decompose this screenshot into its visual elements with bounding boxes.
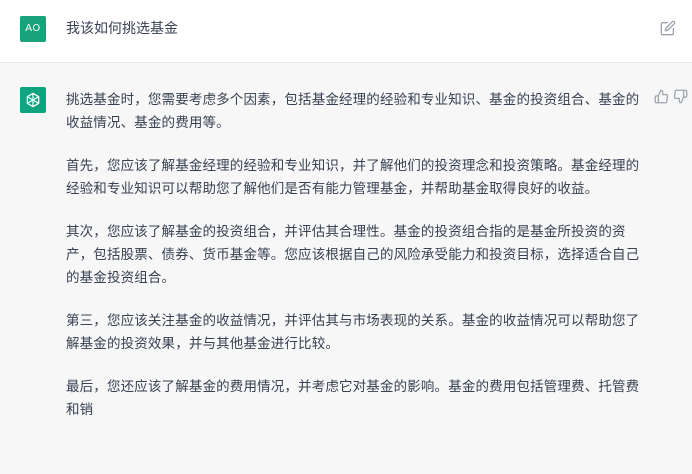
assistant-paragraph-1: 挑选基金时，您需要考虑多个因素，包括基金经理的经验和专业知识、基金的投资组合、基… xyxy=(66,92,640,131)
edit-icon[interactable] xyxy=(660,20,676,36)
user-avatar: AO xyxy=(20,16,46,42)
assistant-paragraph-2: 首先，您应该了解基金经理的经验和专业知识，并了解他们的投资理念和投资策略。基金经… xyxy=(66,158,640,197)
assistant-paragraph-3: 其次，您应该了解基金的投资组合，并评估其合理性。基金的投资组合指的是基金所投资的… xyxy=(66,224,640,286)
assistant-avatar xyxy=(20,87,46,113)
openai-logo-icon xyxy=(26,92,40,108)
assistant-message-row: 挑选基金时，您需要考虑多个因素，包括基金经理的经验和专业知识、基金的投资组合、基… xyxy=(0,63,692,474)
feedback-buttons xyxy=(654,89,688,104)
assistant-paragraph-4: 第三，您应该关注基金的收益情况，并评估其与市场表现的关系。基金的收益情况可以帮助… xyxy=(66,313,640,352)
assistant-paragraph-5: 最后，您还应该了解基金的费用情况，并考虑它对基金的影响。基金的费用包括管理费、托… xyxy=(66,379,640,418)
assistant-message-content: 挑选基金时，您需要考虑多个因素，包括基金经理的经验和专业知识、基金的投资组合、基… xyxy=(66,89,646,442)
user-message-row: AO 我该如何挑选基金 xyxy=(0,0,692,63)
thumbs-up-icon[interactable] xyxy=(654,89,669,104)
thumbs-down-icon[interactable] xyxy=(673,89,688,104)
user-message-text: 我该如何挑选基金 xyxy=(66,21,178,37)
